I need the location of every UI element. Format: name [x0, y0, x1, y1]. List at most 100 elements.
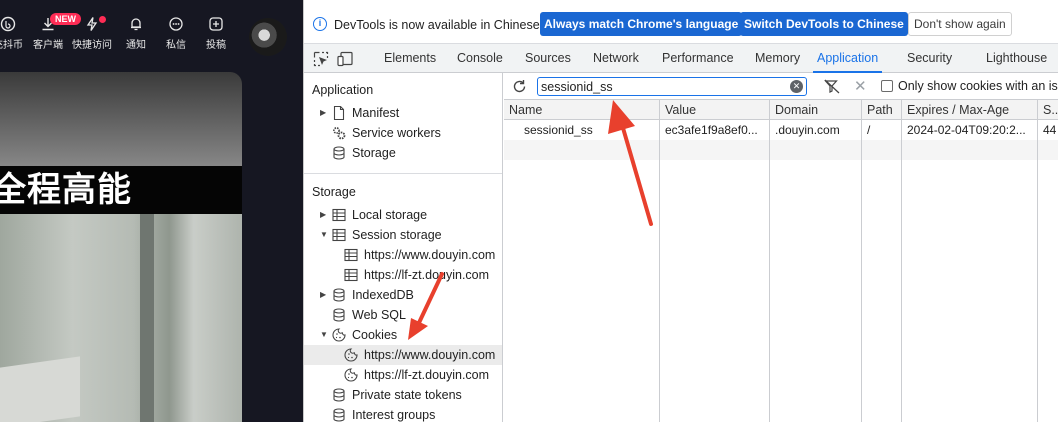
cookie-filter-box[interactable]: ✕: [537, 77, 807, 96]
tab-console[interactable]: Console: [457, 44, 503, 73]
topbar-label: 通知: [126, 40, 146, 51]
sidebar-item-label: Service workers: [352, 126, 441, 140]
device-toolbar-icon[interactable]: [337, 51, 354, 67]
topbar-item-quick-access[interactable]: 快捷访问: [72, 16, 112, 51]
sidebar-item-private-state-tokens[interactable]: Private state tokens: [304, 385, 502, 405]
expand-arrow-icon[interactable]: ▶: [320, 103, 326, 123]
sidebar-item-session-storage[interactable]: ▼ Session storage: [304, 225, 502, 245]
sidebar-item-label: https://www.douyin.com: [364, 248, 496, 262]
language-infobar: i DevTools is now available in Chinese! …: [304, 0, 1058, 44]
topbar-item-notifications[interactable]: 通知: [116, 16, 156, 51]
cookie-filter-input[interactable]: [541, 79, 781, 94]
sidebar-item-label: Interest groups: [352, 408, 436, 422]
sidebar-item-local-storage[interactable]: ▶ Local storage: [304, 205, 502, 225]
column-divider: [1037, 120, 1038, 422]
database-icon: [333, 408, 345, 422]
topbar-item-upload[interactable]: 投稿: [196, 16, 236, 51]
collapse-arrow-icon[interactable]: ▼: [320, 325, 328, 345]
sidebar-item-cookies[interactable]: ▼ Cookies: [304, 325, 502, 345]
expand-arrow-icon[interactable]: ▶: [320, 205, 326, 225]
clear-filtered-cookies-icon[interactable]: [824, 79, 840, 94]
cell-name: sessionid_ss: [504, 120, 660, 140]
cell-domain: .douyin.com: [770, 120, 862, 140]
column-header-name[interactable]: Name: [504, 100, 660, 120]
column-header-size[interactable]: S...: [1038, 100, 1058, 120]
sidebar-item-storage[interactable]: Storage: [304, 143, 502, 163]
sidebar-item-cookies-lf-zt-douyin[interactable]: https://lf-zt.douyin.com: [304, 365, 502, 385]
tab-elements[interactable]: Elements: [384, 44, 436, 73]
sidebar-item-label: Cookies: [352, 328, 398, 342]
sidebar-item-label: https://lf-zt.douyin.com: [364, 268, 490, 282]
sidebar-item-label: Local storage: [352, 208, 428, 222]
info-icon: i: [313, 17, 327, 31]
cell-value: ec3afe1f9a8ef0...: [660, 120, 770, 140]
topbar-label: 快捷访问: [72, 40, 112, 51]
sidebar-divider: [304, 173, 502, 174]
sidebar-item-web-sql[interactable]: Web SQL: [304, 305, 502, 325]
sidebar-item-label: https://lf-zt.douyin.com: [364, 368, 490, 382]
avatar[interactable]: [249, 18, 287, 56]
switch-to-chinese-button[interactable]: Switch DevTools to Chinese: [740, 12, 908, 36]
column-header-value[interactable]: Value: [660, 100, 770, 120]
table-row-empty: [504, 140, 1058, 160]
notification-dot: [99, 16, 106, 23]
web-page: 充抖币 客户端 NEW 快捷访问 通知 私信 投稿 全程高能: [0, 0, 303, 422]
dont-show-again-button[interactable]: Don't show again: [908, 12, 1012, 36]
tab-network[interactable]: Network: [593, 44, 639, 73]
sidebar-item-service-workers[interactable]: Service workers: [304, 123, 502, 143]
tab-application[interactable]: Application: [813, 44, 883, 73]
always-match-language-button[interactable]: Always match Chrome's language: [540, 12, 743, 36]
column-header-path[interactable]: Path: [862, 100, 902, 120]
sidebar-item-interest-groups[interactable]: Interest groups: [304, 405, 502, 422]
database-icon: [333, 388, 345, 402]
database-icon: [333, 146, 345, 160]
topbar-label: 充抖币: [0, 40, 23, 51]
lightning-icon: [86, 17, 98, 31]
document-icon: [333, 106, 345, 120]
column-header-domain[interactable]: Domain: [770, 100, 862, 120]
video-caption: 全程高能: [0, 171, 132, 209]
collapse-arrow-icon[interactable]: ▼: [320, 225, 328, 245]
cookies-panel: ✕ ✕ Only show cookies with an iss Name V…: [504, 73, 1058, 422]
tab-performance[interactable]: Performance: [662, 44, 734, 73]
sidebar-item-label: Web SQL: [352, 308, 406, 322]
expand-arrow-icon[interactable]: ▶: [320, 285, 326, 305]
topbar-item-coin[interactable]: 充抖币: [0, 16, 28, 51]
database-icon: [333, 308, 345, 322]
tab-lighthouse[interactable]: Lighthouse: [986, 44, 1047, 73]
topbar-item-messages[interactable]: 私信: [156, 16, 196, 51]
cookie-toolbar: ✕ ✕ Only show cookies with an iss: [504, 73, 1058, 100]
tab-sources[interactable]: Sources: [525, 44, 571, 73]
sidebar-item-label: IndexedDB: [352, 288, 414, 302]
sidebar-item-indexeddb[interactable]: ▶ IndexedDB: [304, 285, 502, 305]
sidebar-item-manifest[interactable]: ▶ Manifest: [304, 103, 502, 123]
delete-selected-icon[interactable]: ✕: [854, 77, 867, 95]
cookie-icon: [344, 368, 358, 382]
sidebar-item-label: Session storage: [352, 228, 442, 242]
sidebar-item-label: Manifest: [352, 106, 400, 120]
refresh-icon[interactable]: [512, 79, 527, 94]
tab-security[interactable]: Security: [907, 44, 952, 73]
only-issues-checkbox[interactable]: [881, 80, 893, 92]
plus-icon: [209, 17, 223, 31]
sidebar-item-session-www-douyin[interactable]: https://www.douyin.com: [304, 245, 502, 265]
section-title-application: Application: [312, 83, 374, 97]
database-icon: [333, 288, 345, 302]
clear-filter-icon[interactable]: ✕: [790, 80, 803, 93]
video-scene-door-frame: [140, 214, 154, 422]
column-header-expires[interactable]: Expires / Max-Age: [902, 100, 1038, 120]
topbar-label: 投稿: [206, 40, 226, 51]
cell-path: /: [862, 120, 902, 140]
infobar-text: DevTools is now available in Chinese!: [334, 18, 544, 32]
sidebar-item-label: Storage: [352, 146, 396, 160]
table-icon: [344, 248, 358, 262]
video-player[interactable]: 全程高能: [0, 72, 242, 422]
column-divider: [659, 120, 660, 422]
inspect-element-icon[interactable]: [313, 51, 329, 67]
sidebar-item-session-lf-zt-douyin[interactable]: https://lf-zt.douyin.com: [304, 265, 502, 285]
tab-memory[interactable]: Memory: [755, 44, 800, 73]
only-issues-label: Only show cookies with an iss: [898, 79, 1058, 93]
cookie-icon: [344, 348, 358, 362]
topbar-label: 私信: [166, 40, 186, 51]
sidebar-item-cookies-www-douyin[interactable]: https://www.douyin.com: [304, 345, 502, 365]
